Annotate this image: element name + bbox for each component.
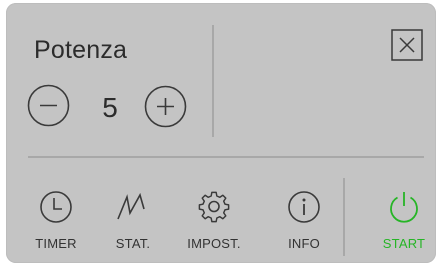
nav-settings-button[interactable]: IMPOST. [176,189,252,253]
decrease-power-button[interactable] [27,84,70,127]
nav-info-label: INFO [288,236,320,251]
nav-timer-button[interactable]: TIMER [21,189,91,253]
minus-circle-icon [27,84,70,127]
power-level-value: 5 [102,92,118,123]
power-control-panel: Potenza 5 TIMER STAT. IMPOST. INFO START [6,3,436,263]
nav-stat-button[interactable]: STAT. [98,189,168,253]
vertical-divider [212,25,214,137]
start-label: START [382,236,426,251]
horizontal-divider [28,156,424,158]
nav-stat-label: STAT. [115,236,151,251]
power-label: Potenza [34,36,128,64]
gear-icon [196,189,232,225]
start-button[interactable]: START [369,189,439,253]
nav-info-button[interactable]: INFO [269,189,339,253]
close-square-icon [391,29,423,61]
zigzag-chart-icon [115,189,151,225]
vertical-divider-bottom [343,178,345,256]
clock-icon [38,189,74,225]
close-button[interactable] [391,29,423,61]
info-circle-icon [286,189,322,225]
nav-settings-label: IMPOST. [187,236,241,251]
nav-timer-label: TIMER [35,236,77,251]
plus-circle-icon [144,85,187,128]
increase-power-button[interactable] [144,85,187,128]
power-icon [386,189,422,225]
